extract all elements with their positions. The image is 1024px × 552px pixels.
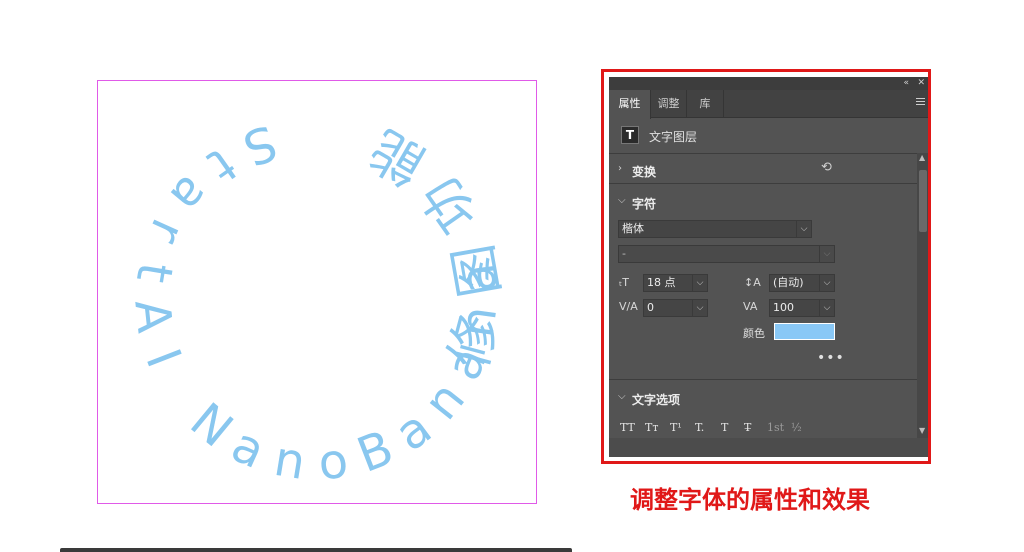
circle-text-latin-glyph: r [137, 211, 196, 252]
circle-text-glyphs: StartAINan o Banana修图功能 [123, 113, 511, 491]
caption-text: 调整字体的属性和效果 [630, 486, 870, 514]
bottom-scroll-bar[interactable] [60, 548, 572, 552]
highlight-frame [601, 69, 931, 464]
artboard[interactable]: StartAINanoBanana修图功能 [97, 80, 537, 504]
circle-text-cjk-glyph: 图 [443, 240, 511, 302]
circular-text-layer[interactable]: StartAINan o Banana修图功能 [98, 81, 538, 505]
circle-text-latin-glyph: a [159, 165, 221, 223]
circle-text-latin-glyph: I [134, 342, 191, 375]
circle-text-latin-glyph: S [236, 113, 284, 176]
circle-text-latin-glyph: o [316, 433, 351, 492]
circle-text-cjk-glyph: 能 [360, 118, 435, 196]
circle-text-latin-glyph: t [198, 137, 246, 194]
circle-text-latin-glyph: t [125, 259, 183, 287]
circle-text-latin-glyph: A [123, 297, 182, 336]
circle-text-latin-glyph: n [270, 431, 309, 491]
circle-text-cjk-glyph: 功 [411, 166, 490, 243]
